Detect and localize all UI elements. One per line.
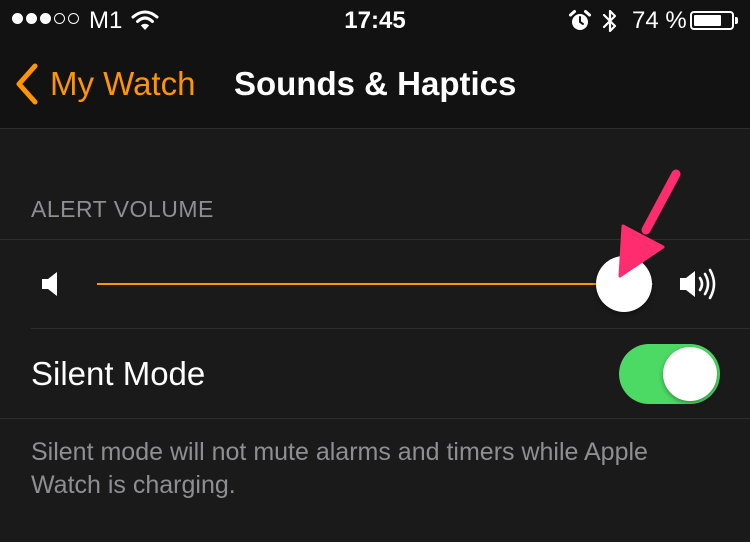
page-title: Sounds & Haptics <box>234 65 517 102</box>
alert-volume-row <box>0 240 750 328</box>
battery-icon <box>690 11 734 30</box>
back-button[interactable]: My Watch <box>12 40 195 128</box>
alert-volume-slider[interactable] <box>97 254 653 314</box>
battery-level-fill <box>694 15 721 26</box>
silent-mode-label: Silent Mode <box>31 355 206 392</box>
section-header-alert-volume: ALERT VOLUME <box>31 196 214 222</box>
navigation-bar: My Watch Sounds & Haptics <box>0 40 750 129</box>
toggle-knob <box>663 347 717 401</box>
speaker-high-icon <box>680 268 716 300</box>
battery-tip <box>735 17 738 24</box>
speaker-low-icon <box>42 272 57 296</box>
settings-group: Silent Mode <box>0 239 750 419</box>
silent-mode-footer-note: Silent mode will not mute alarms and tim… <box>31 438 648 499</box>
silent-mode-row: Silent Mode <box>0 329 750 418</box>
back-button-label: My Watch <box>50 65 196 102</box>
slider-thumb[interactable] <box>596 256 653 312</box>
battery-percentage: 74 % <box>632 7 687 34</box>
status-bar: M1 17:45 74 % <box>0 0 750 40</box>
alarm-icon <box>569 10 591 30</box>
silent-mode-toggle[interactable] <box>619 344 720 404</box>
bluetooth-icon <box>602 9 617 33</box>
chevron-left-icon <box>16 63 38 105</box>
slider-fill <box>97 283 625 285</box>
